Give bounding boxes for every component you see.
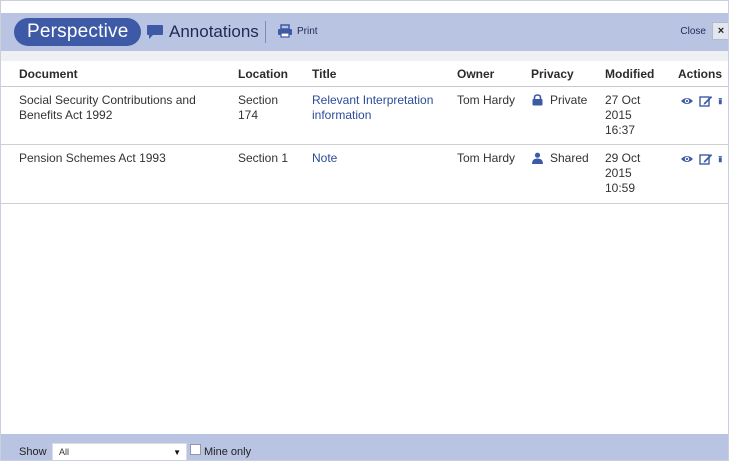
printer-icon: [278, 24, 292, 38]
column-header-document[interactable]: Document: [19, 67, 78, 81]
show-filter-value: All: [59, 447, 70, 457]
edit-icon[interactable]: [699, 95, 713, 107]
show-label: Show: [19, 446, 47, 458]
privacy-cell: Private: [531, 93, 587, 108]
column-header-location[interactable]: Location: [238, 67, 288, 81]
column-header-privacy[interactable]: Privacy: [531, 67, 574, 81]
privacy-cell: Shared: [531, 151, 589, 166]
title-link[interactable]: Relevant Interpretation information: [312, 93, 447, 123]
toolbar: Perspective Annotations Print Close ×: [1, 13, 728, 51]
perspective-button[interactable]: Perspective: [14, 18, 142, 46]
annotations-window: Perspective Annotations Print Close × Do…: [0, 0, 729, 461]
close-label: Close: [680, 25, 706, 37]
table-row: Pension Schemes Act 1993 Section 1 Note …: [1, 145, 728, 204]
column-header-owner[interactable]: Owner: [457, 67, 494, 81]
location-cell: Section 174: [238, 93, 279, 122]
user-icon: [532, 152, 543, 164]
annotations-tab[interactable]: Annotations: [146, 20, 259, 44]
privacy-label: Shared: [550, 151, 589, 165]
actions-cell: [680, 95, 728, 107]
delete-icon[interactable]: [718, 153, 726, 165]
owner-cell: Tom Hardy: [457, 151, 516, 165]
header-separator: [1, 51, 728, 61]
mine-only-checkbox[interactable]: [190, 444, 201, 455]
table-row: Social Security Contributions and Benefi…: [1, 87, 728, 145]
table-header: Document Location Title Owner Privacy Mo…: [1, 61, 728, 87]
show-filter-select[interactable]: All ▼: [52, 443, 187, 460]
speech-bubble-icon: [147, 25, 163, 39]
view-icon[interactable]: [680, 153, 694, 165]
annotations-label: Annotations: [169, 22, 259, 41]
delete-icon[interactable]: [718, 95, 726, 107]
lock-icon: [532, 94, 543, 106]
mine-only-label[interactable]: Mine only: [204, 446, 251, 458]
column-header-modified[interactable]: Modified: [605, 67, 654, 81]
annotations-table: Document Location Title Owner Privacy Mo…: [1, 61, 728, 204]
privacy-label: Private: [550, 93, 588, 107]
close-icon[interactable]: ×: [712, 22, 728, 40]
chevron-down-icon: ▼: [173, 448, 181, 457]
view-icon[interactable]: [680, 95, 694, 107]
footer-bar: Show All ▼ Mine only: [1, 434, 728, 460]
close-button[interactable]: Close ×: [680, 22, 728, 40]
document-cell: Pension Schemes Act 1993: [19, 151, 166, 165]
edit-icon[interactable]: [699, 153, 713, 165]
column-header-title[interactable]: Title: [312, 67, 336, 81]
actions-cell: [680, 153, 728, 165]
document-cell: Social Security Contributions and Benefi…: [19, 93, 196, 122]
owner-cell: Tom Hardy: [457, 93, 516, 107]
modified-cell: 29 Oct 2015 10:59: [605, 151, 641, 195]
toolbar-divider: [265, 21, 266, 43]
location-cell: Section 1: [238, 151, 289, 165]
print-button[interactable]: Print: [277, 24, 318, 38]
print-label: Print: [297, 25, 318, 37]
modified-cell: 27 Oct 2015 16:37: [605, 93, 641, 137]
title-link[interactable]: Note: [312, 151, 447, 166]
column-header-actions: Actions: [678, 67, 723, 81]
